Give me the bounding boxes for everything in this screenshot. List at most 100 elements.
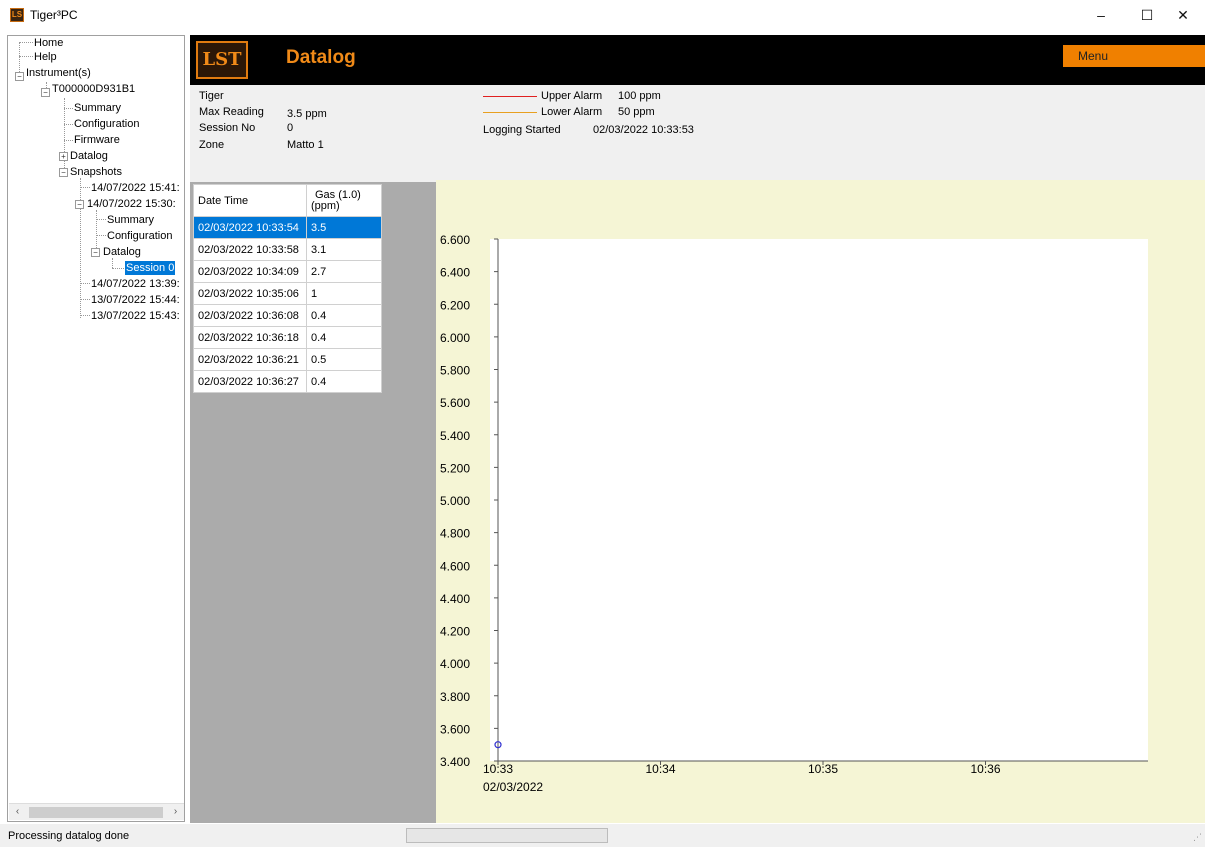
tree-guide: [64, 140, 73, 141]
table-row[interactable]: 02/03/2022 10:36:21 0.5: [193, 348, 382, 371]
scroll-right-icon[interactable]: ›: [167, 804, 184, 821]
cell-datetime: 02/03/2022 10:33:54: [193, 216, 307, 239]
tree-horizontal-scrollbar[interactable]: ‹ ›: [9, 803, 184, 820]
tree-item-snapshot[interactable]: 14/07/2022 13:39:: [91, 277, 180, 291]
table-row[interactable]: 02/03/2022 10:33:58 3.1: [193, 238, 382, 261]
table-row[interactable]: 02/03/2022 10:33:54 3.5: [193, 216, 382, 239]
session-no-value: 0: [287, 122, 294, 134]
tree-item-snapshot[interactable]: 14/07/2022 15:41:: [91, 181, 180, 195]
y-tick-label: 6.000: [440, 331, 470, 345]
tree-item-configuration[interactable]: Configuration: [74, 117, 139, 131]
cell-gas-value: 3.1: [306, 238, 382, 261]
tree-guide: [80, 315, 90, 316]
lower-alarm-legend-line: [483, 112, 537, 113]
upper-alarm-legend-line: [483, 96, 537, 97]
tree-guide: [80, 299, 90, 300]
tree-item-home[interactable]: Home: [34, 36, 63, 50]
logging-started-label: Logging Started: [483, 124, 561, 136]
table-row[interactable]: 02/03/2022 10:34:09 2.7: [193, 260, 382, 283]
tree-item-snapshot-summary[interactable]: Summary: [107, 213, 154, 227]
tree-item-snapshot[interactable]: 13/07/2022 15:43:: [91, 309, 180, 323]
tree-guide: [112, 268, 124, 269]
header-bar: LST Datalog Menu: [190, 35, 1205, 85]
scroll-thumb[interactable]: [29, 807, 163, 818]
page-title: Datalog: [286, 47, 356, 68]
title-bar: LS Tiger³PC – ☐ ✕: [0, 0, 1205, 30]
instrument-name: Tiger: [199, 90, 224, 102]
x-date-label: 02/03/2022: [483, 780, 543, 794]
tree-guide: [80, 187, 90, 188]
tree-guide: [19, 42, 33, 43]
y-tick-label: 4.200: [440, 625, 470, 639]
y-tick-label: 6.400: [440, 266, 470, 280]
y-tick-label: 5.600: [440, 396, 470, 410]
tree-guide: [96, 219, 106, 220]
datalog-panel: LST Datalog Menu Tiger Max Reading 3.5 p…: [190, 35, 1205, 823]
cell-gas-value: 2.7: [306, 260, 382, 283]
session-no-label: Session No: [199, 122, 256, 134]
table-row[interactable]: 02/03/2022 10:36:27 0.4: [193, 370, 382, 393]
table-header-row: Date Time Gas (1.0) (ppm): [193, 184, 382, 217]
datalog-grid-area: Date Time Gas (1.0) (ppm) 02/03/2022 10:…: [190, 182, 436, 823]
scroll-left-icon[interactable]: ‹: [9, 804, 26, 821]
minimize-button[interactable]: –: [1078, 0, 1124, 30]
tree-item-snapshot[interactable]: 14/07/2022 15:30:: [87, 197, 176, 211]
y-tick-label: 5.800: [440, 364, 470, 378]
table-row[interactable]: 02/03/2022 10:36:08 0.4: [193, 304, 382, 327]
tree-item-session[interactable]: Session 0: [125, 261, 176, 275]
status-text: Processing datalog done: [8, 830, 130, 842]
collapse-icon[interactable]: −: [15, 72, 24, 81]
y-tick-label: 5.400: [440, 429, 470, 443]
tree-item-help[interactable]: Help: [34, 50, 57, 64]
lst-logo: LST: [196, 41, 248, 79]
tree-guide: [19, 56, 33, 57]
cell-datetime: 02/03/2022 10:35:06: [193, 282, 307, 305]
collapse-icon[interactable]: −: [75, 200, 84, 209]
tree-item-snapshot-configuration[interactable]: Configuration: [107, 229, 172, 243]
x-tick-label: 10:34: [646, 762, 676, 776]
cell-datetime: 02/03/2022 10:33:58: [193, 238, 307, 261]
collapse-icon[interactable]: −: [59, 168, 68, 177]
menu-button[interactable]: Menu: [1063, 45, 1205, 67]
tree-item-firmware[interactable]: Firmware: [74, 133, 120, 147]
y-tick-label: 4.000: [440, 657, 470, 671]
expand-icon[interactable]: +: [59, 152, 68, 161]
table-row[interactable]: 02/03/2022 10:35:06 1: [193, 282, 382, 305]
gas-chart: 6.600 6.400 6.200 6.000 5.800 5.600 5.400 5.200…: [440, 233, 1148, 794]
cell-datetime: 02/03/2022 10:36:18: [193, 326, 307, 349]
lower-alarm-label: Lower Alarm: [541, 106, 603, 118]
logging-started-value: 02/03/2022 10:33:53: [593, 124, 694, 136]
column-header-datetime[interactable]: Date Time: [193, 184, 307, 217]
tree-item-snapshot-datalog[interactable]: Datalog: [103, 245, 141, 259]
collapse-icon[interactable]: −: [91, 248, 100, 257]
y-tick-label: 5.000: [440, 494, 470, 508]
lst-logo-icon: LS: [10, 8, 24, 22]
y-tick-label: 4.600: [440, 559, 470, 573]
resize-grip-icon[interactable]: ⋰: [1193, 832, 1202, 843]
tree-item-snapshots[interactable]: Snapshots: [70, 165, 122, 179]
chart-area: 6.600 6.400 6.200 6.000 5.800 5.600 5.400 5.200…: [436, 180, 1205, 823]
tree-item-snapshot[interactable]: 13/07/2022 15:44:: [91, 293, 180, 307]
navigation-tree[interactable]: − − + − − − Home Help Instrument(s) T000…: [7, 35, 185, 822]
progress-bar: [406, 828, 608, 843]
table-row[interactable]: 02/03/2022 10:36:18 0.4: [193, 326, 382, 349]
tree-guide: [96, 235, 106, 236]
tree-guide: [112, 258, 113, 268]
tree-item-instruments[interactable]: Instrument(s): [26, 66, 91, 80]
x-tick-label: 10:33: [483, 762, 513, 776]
tree-item-summary[interactable]: Summary: [74, 101, 121, 115]
tree-guide: [64, 108, 73, 109]
tree-guide: [64, 124, 73, 125]
cell-gas-value: 0.4: [306, 304, 382, 327]
tree-item-instrument[interactable]: T000000D931B1: [52, 82, 135, 96]
datalog-table[interactable]: Date Time Gas (1.0) (ppm) 02/03/2022 10:…: [193, 184, 382, 393]
column-header-gas[interactable]: Gas (1.0) (ppm): [306, 184, 382, 217]
tree-item-datalog[interactable]: Datalog: [70, 149, 108, 163]
cell-datetime: 02/03/2022 10:36:08: [193, 304, 307, 327]
close-button[interactable]: ✕: [1160, 0, 1205, 30]
y-tick-label: 3.600: [440, 722, 470, 736]
collapse-icon[interactable]: −: [41, 88, 50, 97]
cell-datetime: 02/03/2022 10:36:27: [193, 370, 307, 393]
cell-gas-value: 0.4: [306, 370, 382, 393]
upper-alarm-label: Upper Alarm: [541, 90, 603, 102]
